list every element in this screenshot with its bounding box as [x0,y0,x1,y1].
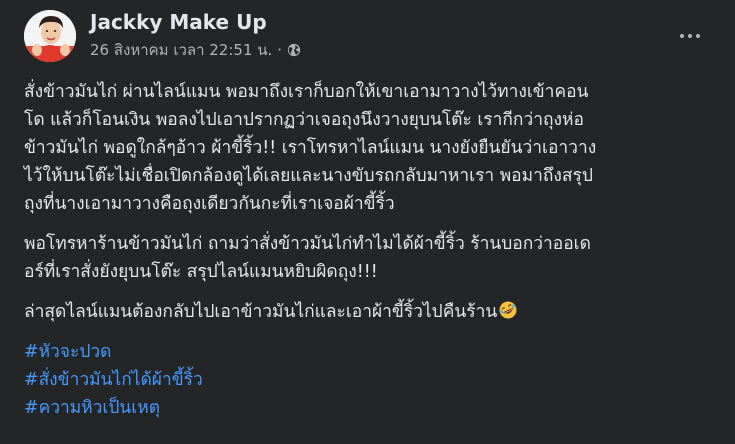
text-line: อร์ที่เราสั่งยังยุบนโต๊ะ สรุปไลน์แมนหยิบ… [24,262,378,282]
post-paragraph-3: ล่าสุดไลน์แมนต้องกลับไปเอาข้าวมันไก่และเ… [24,298,714,326]
meta-separator: · [277,41,283,59]
more-options-icon[interactable] [677,26,703,46]
post-timestamp[interactable]: 26 สิงหาคม เวลา 22:51 น. [90,38,272,62]
text-line: ถุงที่นางเอามาวางคือถุงเดียวกันกะที่เราเ… [24,194,395,214]
post-meta: 26 สิงหาคม เวลา 22:51 น. · [90,38,301,62]
rolling-laughing-emoji-icon [498,300,518,320]
post-body: สั่งข้าวมันไก่ ผ่านไลน์แมน พอมาถึงเราก็บ… [24,78,714,422]
hashtag-link[interactable]: #หัวจะปวด [24,338,714,366]
text-line: โด แล้วก็โอนเงิน พอลงไปเอาปรากฏว่าเจอถุง… [24,110,584,130]
post-header: Jackky Make Up 26 สิงหาคม เวลา 22:51 น. … [24,8,715,64]
avatar-portrait-image [24,10,76,62]
text-line: ล่าสุดไลน์แมนต้องกลับไปเอาข้าวมันไก่และเ… [24,302,498,322]
text-line: พอโทรหาร้านข้าวมันไก่ ถามว่าสั่งข้าวมันไ… [24,234,591,254]
text-line: ไว้ให้บนโต๊ะไม่เชื่อเปิดกล้องดูได้เลยและ… [24,166,593,186]
facebook-post: Jackky Make Up 26 สิงหาคม เวลา 22:51 น. … [0,0,735,444]
hashtag-list: #หัวจะปวด #สั่งข้าวมันไก่ได้ผ้าขี้ริ้ว #… [24,338,714,422]
globe-icon[interactable] [287,43,301,57]
more-dot [680,34,684,38]
more-dot [696,34,700,38]
post-paragraph-1: สั่งข้าวมันไก่ ผ่านไลน์แมน พอมาถึงเราก็บ… [24,78,714,218]
hashtag-link[interactable]: #สั่งข้าวมันไก่ได้ผ้าขี้ริ้ว [24,366,714,394]
text-line: สั่งข้าวมันไก่ ผ่านไลน์แมน พอมาถึงเราก็บ… [24,82,589,102]
author-name[interactable]: Jackky Make Up [90,10,267,34]
post-paragraph-2: พอโทรหาร้านข้าวมันไก่ ถามว่าสั่งข้าวมันไ… [24,230,714,286]
more-dot [688,34,692,38]
author-avatar[interactable] [24,10,76,62]
hashtag-link[interactable]: #ความหิวเป็นเหตุ [24,394,714,422]
text-line-with-emoji: ล่าสุดไลน์แมนต้องกลับไปเอาข้าวมันไก่และเ… [24,298,714,326]
text-line: ข้าวมันไก่ พอดูใกล้ๆอ้าว ผ้าขี้ริ้ว!! เร… [24,138,597,158]
